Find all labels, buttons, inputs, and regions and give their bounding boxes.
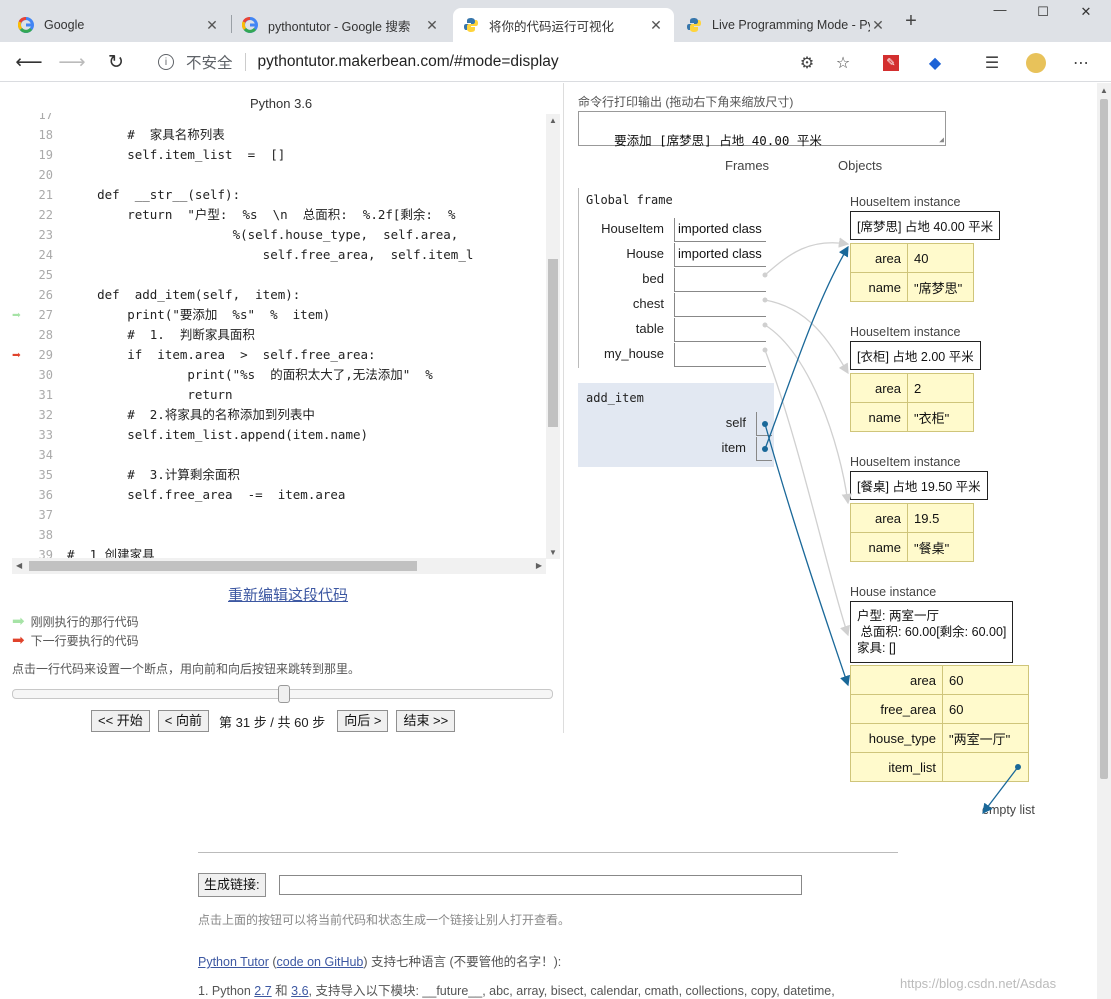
footer-python-modules: 1. Python 2.7 和 3.6, 支持导入以下模块: __future_…: [198, 980, 835, 999]
pointer-my-house: [764, 349, 850, 637]
footer-python-prefix: 1. Python: [198, 984, 255, 998]
python36-link[interactable]: 3.6: [291, 984, 308, 998]
python-icon: [463, 17, 479, 33]
page-scrollbar[interactable]: ▲: [1097, 83, 1111, 999]
watermark: https://blog.csdn.net/Asdas: [900, 976, 1057, 991]
google-icon: [18, 17, 34, 33]
security-label: 不安全: [186, 55, 233, 72]
tab-label: Google: [44, 18, 85, 32]
extension-blue-icon[interactable]: ◆: [924, 52, 946, 74]
maximize-icon[interactable]: ☐: [1033, 4, 1053, 20]
url-text[interactable]: pythontutor.makerbean.com/#mode=display: [258, 53, 559, 71]
python-tutor-link[interactable]: Python Tutor: [198, 955, 269, 969]
minimize-icon[interactable]: —: [990, 2, 1010, 17]
forward-arrow-icon[interactable]: ⟶: [58, 48, 86, 76]
pointer-item: [764, 245, 849, 450]
generate-link-note: 点击上面的按钮可以将当前代码和状态生成一个链接让别人打开查看。: [198, 913, 571, 927]
back-arrow-icon[interactable]: ⟵: [15, 48, 43, 76]
pointer-arrows: [762, 237, 1021, 815]
favorites-icon[interactable]: ☰: [981, 52, 1003, 74]
reload-icon[interactable]: ↻: [102, 48, 130, 76]
footer-about: Python Tutor (code on GitHub) 支持七种语言 (不要…: [198, 951, 561, 970]
close-window-icon[interactable]: ✕: [1076, 4, 1096, 20]
python-icon: [686, 17, 702, 33]
new-tab-button[interactable]: +: [901, 10, 921, 33]
section-divider: [198, 852, 898, 853]
address-bar[interactable]: i 不安全 pythontutor.makerbean.com/#mode=di…: [148, 47, 863, 77]
footer-and-text: 和: [271, 984, 292, 998]
page-content: Python 3.6 17 18 # 家具名称列表 19 self.item_lis…: [0, 83, 1111, 999]
translate-icon[interactable]: ⚙: [796, 52, 818, 74]
browser-tab-live[interactable]: Live Programming Mode - Py ✕: [676, 8, 896, 42]
github-link[interactable]: code on GitHub: [277, 955, 364, 969]
close-tab-icon[interactable]: ✕: [424, 17, 440, 34]
browser-tab-google[interactable]: Google ✕: [8, 8, 230, 42]
browser-tab-active[interactable]: 将你的代码运行可视化 ✕: [453, 8, 674, 42]
python27-link[interactable]: 2.7: [254, 984, 271, 998]
browser-toolbar: ⟵ ⟶ ↻ i 不安全 pythontutor.makerbean.com/#m…: [0, 42, 1111, 82]
tab-label: 将你的代码运行可视化: [489, 19, 615, 34]
profile-avatar-icon[interactable]: [1025, 52, 1047, 74]
pointer-item-list: [982, 766, 1019, 815]
footer-paren-text: (: [268, 955, 277, 969]
google-icon: [242, 17, 258, 33]
browser-tab-bar: Google ✕ pythontutor - Google 搜索 ✕ 将你的代码…: [0, 0, 1111, 42]
generated-link-field[interactable]: [279, 875, 802, 895]
info-icon[interactable]: i: [158, 54, 174, 70]
footer-languages-text: ) 支持七种语言 (不要管他的名字！):: [363, 955, 562, 969]
more-menu-icon[interactable]: ⋯: [1070, 52, 1092, 74]
generate-link-button[interactable]: 生成链接:: [198, 873, 266, 897]
footer-modules-text: , 支持导入以下模块: __future__, abc, array, bise…: [308, 984, 835, 998]
close-tab-icon[interactable]: ✕: [204, 17, 220, 34]
close-tab-icon[interactable]: ✕: [870, 17, 886, 34]
browser-tab-search[interactable]: pythontutor - Google 搜索 ✕: [232, 8, 450, 42]
extension-red-icon[interactable]: ✎: [880, 52, 902, 74]
pointer-self: [764, 423, 850, 687]
close-tab-icon[interactable]: ✕: [648, 17, 664, 34]
tab-label: Live Programming Mode - Py: [712, 18, 870, 32]
tab-label: pythontutor - Google 搜索: [268, 19, 411, 34]
favorite-star-icon[interactable]: ☆: [832, 52, 854, 74]
